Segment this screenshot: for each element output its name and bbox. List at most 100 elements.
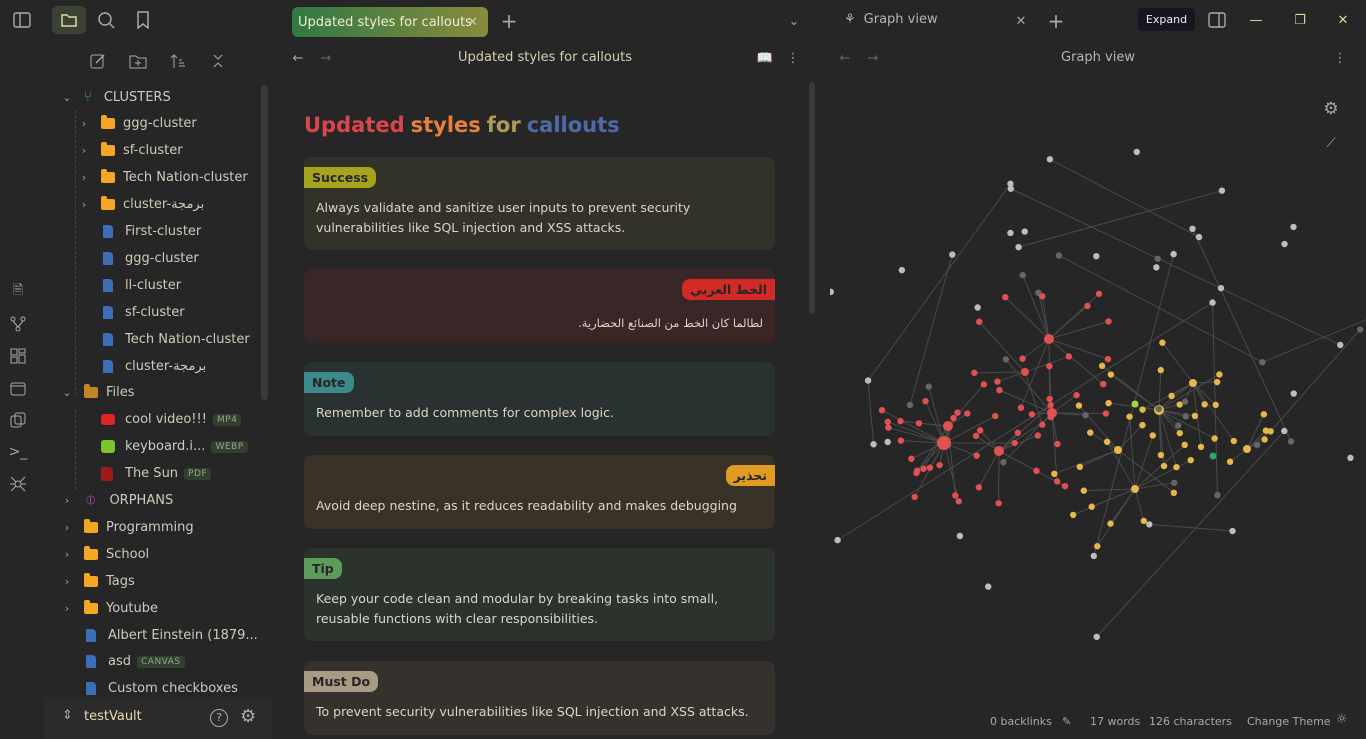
graph-node[interactable] bbox=[1154, 255, 1162, 262]
graph-node[interactable] bbox=[1114, 446, 1122, 454]
graph-node[interactable] bbox=[1229, 527, 1236, 535]
graph-node[interactable] bbox=[1054, 440, 1061, 448]
graph-node[interactable] bbox=[1218, 187, 1226, 194]
graph-node[interactable] bbox=[949, 251, 956, 258]
graph-node[interactable] bbox=[1007, 180, 1014, 187]
chevron-right-icon[interactable]: › bbox=[60, 602, 74, 615]
tree-item[interactable]: › School bbox=[60, 543, 149, 565]
new-tab-right-icon[interactable]: + bbox=[1046, 9, 1066, 33]
graph-node[interactable] bbox=[1181, 398, 1189, 405]
graph-node[interactable] bbox=[1044, 334, 1054, 344]
graph-node[interactable] bbox=[1002, 356, 1010, 363]
network-icon[interactable] bbox=[8, 474, 28, 494]
tree-item[interactable]: sf-cluster bbox=[77, 301, 185, 323]
graph-node[interactable] bbox=[1073, 391, 1080, 399]
graph-node[interactable] bbox=[1046, 395, 1053, 403]
graph-node[interactable] bbox=[1095, 290, 1103, 298]
graph-node[interactable] bbox=[1051, 470, 1058, 478]
graph-node[interactable] bbox=[908, 455, 915, 462]
graph-node[interactable] bbox=[1133, 148, 1140, 156]
graph-node[interactable] bbox=[1065, 353, 1073, 360]
graph-node[interactable] bbox=[1033, 467, 1040, 475]
graph-node[interactable] bbox=[955, 498, 962, 505]
graph-node[interactable] bbox=[922, 397, 929, 405]
tree-item[interactable]: ggg-cluster bbox=[77, 247, 199, 269]
graph-node[interactable] bbox=[950, 414, 957, 422]
graph-node[interactable] bbox=[1107, 520, 1114, 527]
graph-node[interactable] bbox=[1082, 412, 1089, 419]
graph-node[interactable] bbox=[996, 386, 1003, 394]
tree-item[interactable]: ⌄ Files bbox=[60, 382, 135, 404]
tab-updated-styles[interactable]: Updated styles for callouts ✕ bbox=[292, 7, 488, 37]
graph-node[interactable] bbox=[1153, 264, 1160, 271]
tree-item[interactable]: The Sun PDF bbox=[77, 463, 212, 485]
graph-node[interactable] bbox=[1093, 252, 1100, 260]
tab-list-chevron-icon[interactable]: ⌄ bbox=[784, 11, 804, 31]
graph-node[interactable] bbox=[1211, 435, 1218, 442]
graph-node[interactable] bbox=[994, 446, 1004, 456]
editor-scrollbar[interactable] bbox=[809, 82, 815, 314]
graph-node[interactable] bbox=[884, 418, 891, 426]
graph-more-icon[interactable]: ⋮ bbox=[1330, 48, 1350, 68]
graph-node[interactable] bbox=[1047, 408, 1057, 418]
graph-node[interactable] bbox=[1260, 411, 1268, 418]
graph-node[interactable] bbox=[1139, 421, 1146, 429]
graph-node[interactable] bbox=[980, 381, 988, 388]
graph-node[interactable] bbox=[1259, 359, 1266, 366]
graph-node[interactable] bbox=[1053, 478, 1061, 485]
graph-node[interactable] bbox=[954, 409, 961, 416]
file-explorer-button[interactable] bbox=[52, 6, 86, 34]
tree-item[interactable]: › cluster-برمجة bbox=[77, 194, 204, 216]
calendar-icon[interactable] bbox=[8, 378, 28, 398]
graph-node[interactable] bbox=[972, 432, 980, 440]
change-theme-button[interactable]: Change Theme bbox=[1247, 715, 1331, 728]
tree-item[interactable]: Albert Einstein (1879... bbox=[60, 624, 258, 646]
graph-node[interactable] bbox=[1034, 432, 1042, 439]
graph-node[interactable] bbox=[911, 493, 918, 501]
graph-node[interactable] bbox=[1170, 479, 1178, 487]
graph-node[interactable] bbox=[1168, 392, 1175, 400]
graph-node[interactable] bbox=[937, 436, 951, 450]
graph-node[interactable] bbox=[1189, 225, 1196, 233]
vault-switcher[interactable]: ⇕ testVault ? ⚙ bbox=[44, 697, 272, 739]
close-graph-tab-icon[interactable]: ✕ bbox=[1011, 11, 1031, 31]
sun-icon[interactable]: ☼ bbox=[1336, 712, 1348, 727]
graph-node[interactable] bbox=[971, 369, 978, 377]
graph-node[interactable] bbox=[1290, 223, 1297, 231]
graph-node[interactable] bbox=[1170, 489, 1178, 497]
tree-item[interactable]: Tech Nation-cluster bbox=[77, 328, 250, 350]
graph-node[interactable] bbox=[1011, 439, 1018, 447]
tree-item[interactable]: › sf-cluster bbox=[77, 140, 183, 162]
graph-node[interactable] bbox=[1281, 427, 1288, 435]
collapse-all-icon[interactable] bbox=[208, 51, 228, 71]
tree-item[interactable]: › Tags bbox=[60, 570, 135, 592]
graph-node[interactable] bbox=[1090, 552, 1098, 560]
graph-node[interactable] bbox=[976, 427, 984, 434]
graph-node[interactable] bbox=[1104, 355, 1112, 363]
graph-icon[interactable] bbox=[8, 314, 28, 334]
graph-node[interactable] bbox=[870, 441, 877, 448]
graph-node[interactable] bbox=[1170, 250, 1177, 258]
graph-node[interactable] bbox=[964, 410, 971, 417]
search-icon[interactable] bbox=[96, 10, 116, 30]
graph-node[interactable] bbox=[864, 377, 872, 384]
graph-node[interactable] bbox=[1105, 399, 1112, 407]
graph-node[interactable] bbox=[1088, 503, 1095, 510]
graph-node[interactable] bbox=[956, 532, 964, 540]
graph-node[interactable] bbox=[915, 420, 923, 427]
graph-node[interactable] bbox=[1069, 511, 1077, 519]
graph-node[interactable] bbox=[897, 417, 904, 425]
graph-node[interactable] bbox=[1173, 463, 1180, 471]
graph-node[interactable] bbox=[1243, 445, 1251, 453]
chevron-right-icon[interactable]: › bbox=[77, 198, 91, 211]
restore-icon[interactable]: ❐ bbox=[1290, 10, 1310, 30]
graph-node[interactable] bbox=[1094, 543, 1101, 550]
graph-node[interactable] bbox=[1216, 371, 1223, 378]
graph-node[interactable] bbox=[1039, 293, 1046, 300]
graph-node[interactable] bbox=[1189, 379, 1197, 387]
graph-node[interactable] bbox=[1000, 459, 1007, 466]
graph-node[interactable] bbox=[1187, 456, 1194, 464]
graph-node[interactable] bbox=[1191, 412, 1199, 420]
graph-node[interactable] bbox=[1209, 299, 1216, 306]
graph-node[interactable] bbox=[925, 383, 932, 390]
